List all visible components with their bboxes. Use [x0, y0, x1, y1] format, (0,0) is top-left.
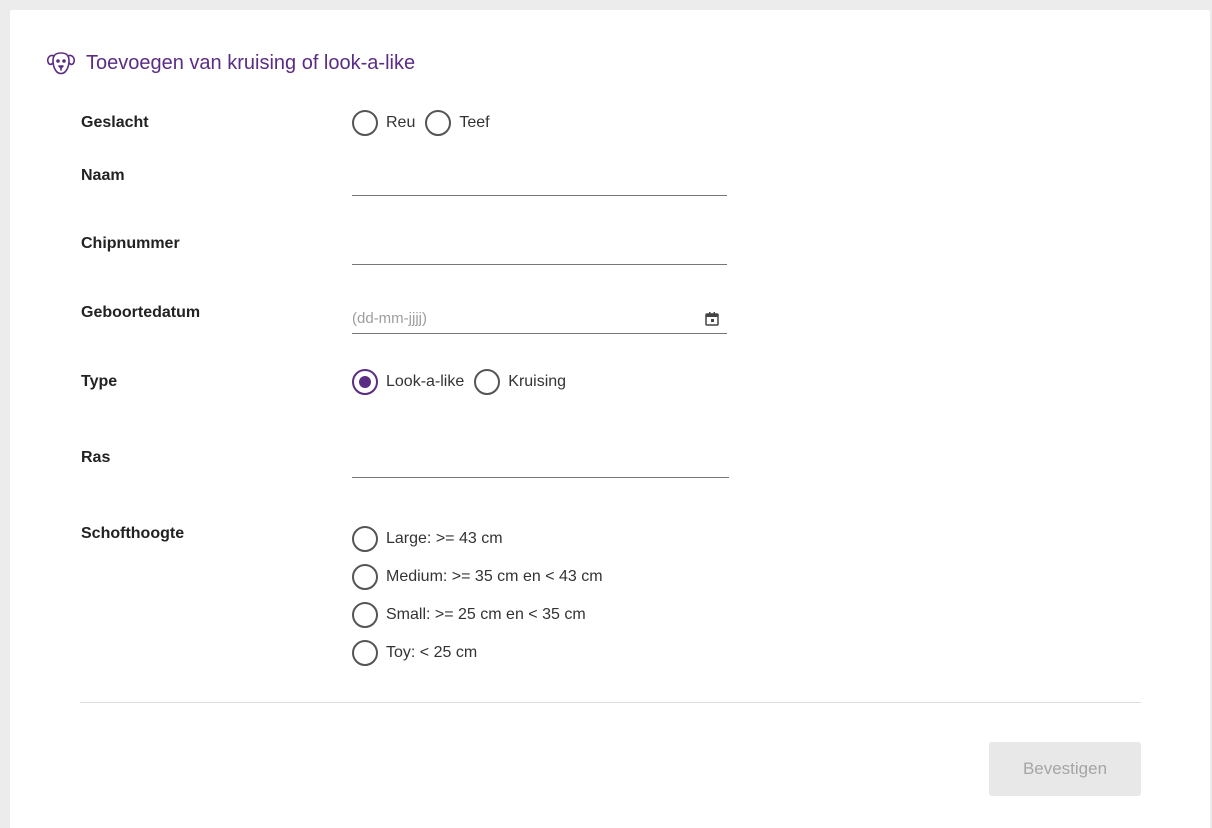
chip-input[interactable] — [352, 235, 727, 265]
birthdate-input[interactable] — [352, 310, 703, 327]
radio-label-medium: Medium: >= 35 cm en < 43 cm — [386, 568, 603, 585]
radio-circle[interactable] — [352, 110, 378, 136]
radio-label-reu: Reu — [386, 114, 416, 131]
dog-head-icon — [47, 52, 75, 75]
footer-divider — [80, 702, 1141, 703]
radio-circle-checked[interactable] — [352, 369, 378, 395]
chip-label: Chipnummer — [81, 235, 180, 252]
radio-circle[interactable] — [425, 110, 452, 136]
form-header: Toevoegen van kruising of look-a-like — [46, 48, 415, 78]
size-radio-toy[interactable]: Toy: < 25 cm — [352, 634, 613, 672]
radio-circle[interactable] — [352, 526, 378, 552]
radio-label-large: Large: >= 43 cm — [386, 530, 503, 547]
confirm-button[interactable]: Bevestigen — [989, 742, 1141, 796]
size-radio-group: Large: >= 43 cm Medium: >= 35 cm en < 43… — [352, 520, 613, 672]
gender-radio-group: Reu Teef — [352, 110, 500, 136]
radio-label-small: Small: >= 25 cm en < 35 cm — [386, 606, 586, 623]
size-radio-small[interactable]: Small: >= 25 cm en < 35 cm — [352, 596, 613, 634]
radio-circle[interactable] — [352, 640, 378, 666]
name-input[interactable] — [352, 166, 727, 196]
gender-radio-reu[interactable]: Reu — [352, 110, 425, 136]
type-radio-kruising[interactable]: Kruising — [474, 369, 576, 395]
type-radio-group: Look-a-like Kruising — [352, 369, 576, 395]
birthdate-label: Geboortedatum — [81, 304, 201, 321]
breed-input[interactable] — [352, 448, 729, 478]
size-radio-large[interactable]: Large: >= 43 cm — [352, 520, 613, 558]
radio-label-toy: Toy: < 25 cm — [386, 644, 478, 661]
page-title: Toevoegen van kruising of look-a-like — [86, 51, 416, 74]
radio-label-kruising: Kruising — [508, 373, 567, 390]
type-radio-look-a-like[interactable]: Look-a-like — [352, 369, 474, 395]
radio-circle[interactable] — [352, 564, 378, 590]
form-card: Toevoegen van kruising of look-a-like Ge… — [10, 10, 1210, 828]
breed-label: Ras — [81, 449, 111, 466]
type-label: Type — [81, 373, 118, 390]
radio-circle[interactable] — [352, 602, 378, 628]
gender-radio-teef[interactable]: Teef — [425, 110, 499, 136]
size-radio-medium[interactable]: Medium: >= 35 cm en < 43 cm — [352, 558, 613, 596]
radio-label-look-a-like: Look-a-like — [386, 373, 465, 390]
name-label: Naam — [81, 167, 125, 184]
gender-label: Geslacht — [81, 114, 149, 131]
birthdate-field[interactable] — [352, 304, 727, 334]
size-label: Schofthoogte — [81, 525, 185, 542]
calendar-icon[interactable] — [703, 310, 721, 328]
radio-circle[interactable] — [474, 369, 501, 395]
radio-label-teef: Teef — [459, 114, 490, 131]
